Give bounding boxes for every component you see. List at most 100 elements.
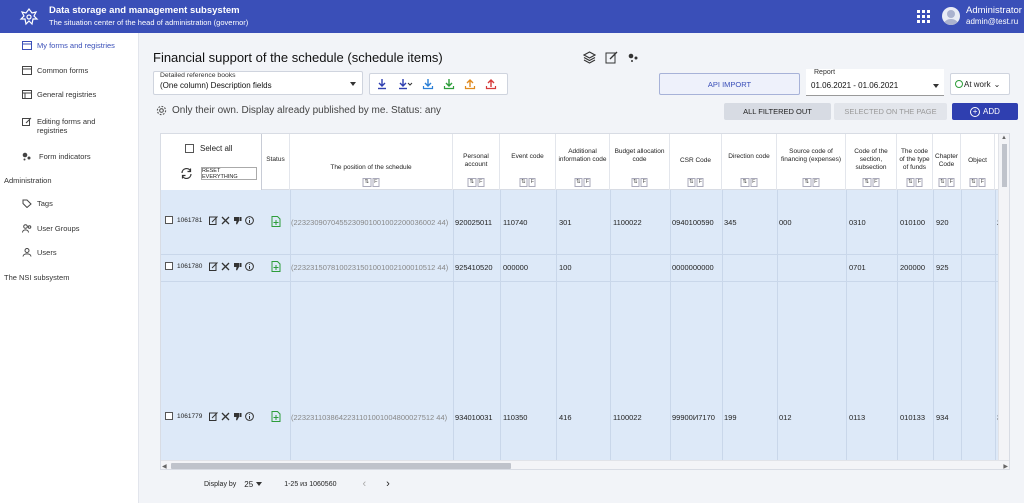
document-status-icon[interactable] bbox=[271, 261, 281, 272]
upload-red-icon[interactable] bbox=[485, 78, 497, 90]
sidebar-item-users[interactable]: Users bbox=[22, 248, 57, 257]
thumbs-down-icon[interactable] bbox=[233, 412, 242, 421]
data-table: Status The position of the schedule ⇅ F P… bbox=[160, 133, 1010, 470]
row-checkbox[interactable] bbox=[165, 412, 173, 420]
reference-books-select[interactable]: Detailed reference books (One column) De… bbox=[153, 71, 363, 95]
add-button[interactable]: + ADD bbox=[952, 103, 1018, 120]
indicators-icon bbox=[22, 152, 31, 161]
sidebar-item-my-forms[interactable]: My forms and registries bbox=[22, 41, 115, 50]
close-icon[interactable] bbox=[221, 216, 230, 225]
sidebar-item-form-indicators[interactable]: Form indicators bbox=[22, 152, 91, 161]
sidebar-item-label: Users bbox=[37, 248, 57, 257]
edit-icon[interactable] bbox=[209, 262, 218, 271]
column-header-source-code[interactable]: Source code of financing (expenses) ⇅ F bbox=[777, 134, 846, 190]
select-all-checkbox[interactable] bbox=[185, 144, 194, 153]
scroll-left-icon[interactable]: ◀ bbox=[162, 463, 167, 469]
edit-icon bbox=[22, 117, 32, 126]
app-subtitle: The situation center of the head of admi… bbox=[49, 18, 249, 27]
column-header-chapter-code[interactable]: Chapter Code ⇅ F bbox=[933, 134, 961, 190]
user-name[interactable]: Administrator bbox=[966, 5, 1022, 16]
next-page-icon[interactable]: › bbox=[386, 478, 390, 490]
scroll-right-icon[interactable]: ▶ bbox=[1003, 463, 1008, 469]
horizontal-scroll-thumb[interactable] bbox=[171, 463, 511, 469]
info-icon[interactable] bbox=[245, 262, 254, 271]
add-button-label: ADD bbox=[983, 107, 1000, 116]
row-select[interactable]: 1061781 bbox=[165, 216, 202, 224]
column-header-budget-allocation[interactable]: Budget allocation code ⇅ F bbox=[610, 134, 670, 190]
scroll-up-icon[interactable]: ▲ bbox=[1001, 135, 1007, 141]
report-period-select[interactable]: Report 01.06.2021 - 01.06.2021 bbox=[806, 69, 944, 96]
column-header-fund-type[interactable]: The code of the type of funds ⇅ F bbox=[897, 134, 933, 190]
row-select[interactable]: 1061780 bbox=[165, 262, 202, 270]
sidebar-item-label: Tags bbox=[37, 199, 53, 208]
filter-text: Only their own. Display already publishe… bbox=[172, 105, 442, 116]
all-filtered-out-button[interactable]: ALL FILTERED OUT bbox=[724, 103, 831, 120]
chevron-down-icon[interactable] bbox=[256, 482, 263, 486]
thumbs-down-icon[interactable] bbox=[233, 216, 242, 225]
reference-books-value: (One column) Description fields bbox=[160, 81, 272, 90]
indicators-icon[interactable] bbox=[627, 51, 640, 64]
thumbs-down-icon[interactable] bbox=[233, 262, 242, 271]
vertical-scrollbar[interactable]: ▲ bbox=[998, 134, 1009, 460]
select-all[interactable]: Select all bbox=[185, 144, 232, 153]
registries-icon bbox=[22, 90, 32, 99]
edit-icon[interactable] bbox=[209, 216, 218, 225]
column-header-csr-code[interactable]: CSR Code ⇅ F bbox=[670, 134, 722, 190]
prev-page-icon[interactable]: ‹ bbox=[362, 478, 366, 490]
column-header-position[interactable]: The position of the schedule ⇅ F bbox=[290, 134, 453, 190]
pagination: Display by 25 1-25 из 1060560 ‹ › bbox=[204, 478, 390, 490]
info-icon[interactable] bbox=[245, 216, 254, 225]
sidebar-item-common-forms[interactable]: Common forms bbox=[22, 66, 88, 75]
user-icon bbox=[22, 248, 32, 257]
document-status-icon[interactable] bbox=[271, 216, 281, 227]
chevron-down-icon bbox=[350, 82, 356, 86]
avatar[interactable] bbox=[942, 7, 960, 25]
column-header-object[interactable]: Object ⇅ F bbox=[961, 134, 995, 190]
download-green-icon[interactable] bbox=[443, 78, 455, 90]
column-header-personal-account[interactable]: Personal account ⇅ F bbox=[453, 134, 500, 190]
reset-everything-button[interactable]: RESET EVERYTHING bbox=[201, 167, 257, 180]
close-icon[interactable] bbox=[221, 262, 230, 271]
sidebar-item-general-registries[interactable]: General registries bbox=[22, 90, 96, 99]
column-header-additional-info[interactable]: Additional information code ⇅ F bbox=[556, 134, 610, 190]
download-blue-icon[interactable] bbox=[422, 78, 434, 90]
api-import-button[interactable]: API IMPORT bbox=[659, 73, 800, 95]
edit-icon[interactable] bbox=[209, 412, 218, 421]
row-id: 1061779 bbox=[177, 412, 203, 420]
sidebar-item-user-groups[interactable]: User Groups bbox=[22, 224, 80, 233]
sidebar-item-label: Form indicators bbox=[39, 152, 91, 161]
cell-position: (2232315078100231501001002100010512 44) bbox=[291, 263, 449, 272]
column-header-status[interactable]: Status bbox=[262, 134, 290, 190]
refresh-icon[interactable] bbox=[180, 167, 193, 180]
reference-books-label: Detailed reference books bbox=[160, 72, 236, 79]
download-icon[interactable] bbox=[376, 78, 388, 90]
column-header-section-code[interactable]: Code of the section, subsection ⇅ F bbox=[846, 134, 897, 190]
sidebar-item-label: Editing forms and registries bbox=[37, 117, 96, 135]
row-checkbox[interactable] bbox=[165, 216, 173, 224]
close-icon[interactable] bbox=[221, 412, 230, 421]
row-checkbox[interactable] bbox=[165, 262, 173, 270]
column-header-direction-code[interactable]: Direction code ⇅ F bbox=[722, 134, 777, 190]
horizontal-scrollbar[interactable]: ◀ ▶ bbox=[161, 460, 1009, 469]
sidebar-item-editing-forms[interactable]: Editing forms and registries bbox=[22, 117, 122, 135]
forms-icon bbox=[22, 41, 32, 50]
column-header-event-code[interactable]: Event code ⇅ F bbox=[500, 134, 556, 190]
selected-on-page-button[interactable]: SELECTED ON THE PAGE bbox=[834, 103, 947, 120]
vertical-scroll-thumb[interactable] bbox=[1002, 144, 1007, 187]
per-page-select[interactable]: 25 bbox=[244, 480, 253, 489]
sidebar-section-nsi[interactable]: The NSI subsystem bbox=[4, 273, 69, 282]
download-menu-icon[interactable] bbox=[397, 78, 413, 90]
upload-orange-icon[interactable] bbox=[464, 78, 476, 90]
edit-icon[interactable] bbox=[605, 51, 618, 64]
status-select[interactable]: At work ⌄ bbox=[950, 73, 1010, 95]
table-header: Status The position of the schedule ⇅ F P… bbox=[161, 134, 1009, 190]
sidebar-item-label: General registries bbox=[37, 90, 97, 99]
info-icon[interactable] bbox=[245, 412, 254, 421]
sidebar-item-tags[interactable]: Tags bbox=[22, 199, 53, 208]
select-all-label: Select all bbox=[200, 144, 233, 153]
gear-icon[interactable] bbox=[156, 105, 167, 116]
layers-icon[interactable] bbox=[583, 51, 596, 64]
row-select[interactable]: 1061779 bbox=[165, 412, 202, 420]
document-status-icon[interactable] bbox=[271, 411, 281, 422]
apps-grid-icon[interactable] bbox=[917, 10, 930, 23]
